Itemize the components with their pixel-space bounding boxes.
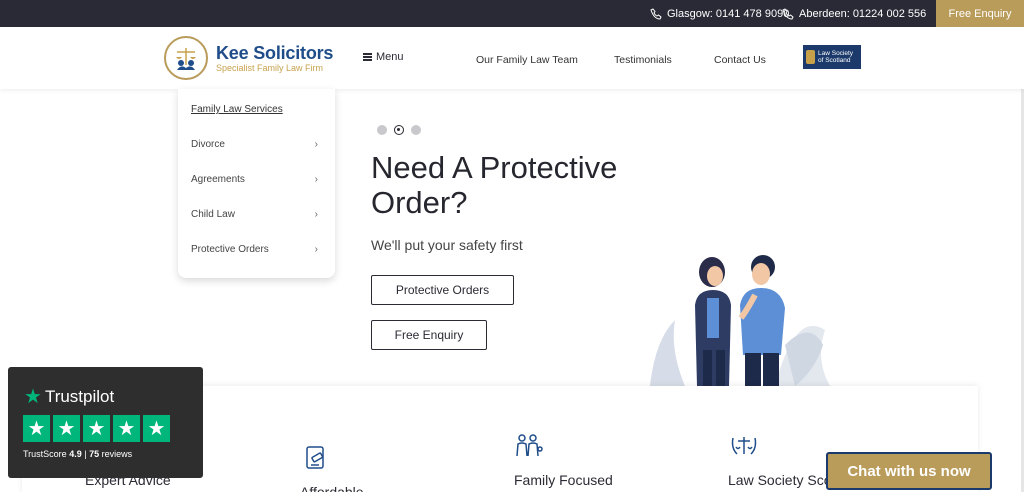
dropdown-item-label: Agreements bbox=[191, 174, 245, 185]
glasgow-phone[interactable]: Glasgow: 0141 478 9090 bbox=[650, 0, 789, 27]
trustpilot-brand-label: Trustpilot bbox=[44, 387, 115, 406]
slider-dot-1[interactable] bbox=[377, 125, 387, 135]
badge-line-2: of Scotland bbox=[818, 57, 851, 64]
document-gavel-icon bbox=[306, 446, 324, 469]
hero-title-line-1: Need A Protective bbox=[371, 150, 618, 185]
trustpilot-score: TrustScore 4.9 | 75 reviews bbox=[23, 449, 132, 459]
scales-logo-icon bbox=[164, 36, 208, 80]
feature-affordable: Affordable bbox=[300, 484, 364, 492]
hero-free-enquiry-button[interactable]: Free Enquiry bbox=[371, 320, 487, 350]
chat-button[interactable]: Chat with us now bbox=[826, 452, 992, 490]
star-icon: ★ bbox=[23, 415, 50, 442]
phone-icon bbox=[650, 7, 662, 20]
glasgow-phone-label: Glasgow: 0141 478 9090 bbox=[667, 7, 790, 20]
services-dropdown: Family Law Services Divorce › Agreements… bbox=[178, 89, 335, 278]
scales-laurel-icon bbox=[731, 437, 757, 455]
phone-icon bbox=[782, 7, 794, 20]
chevron-right-icon: › bbox=[314, 209, 318, 220]
dropdown-item-child-law[interactable]: Child Law › bbox=[191, 209, 318, 220]
trustpilot-rating-stars: ★ ★ ★ ★ ★ bbox=[23, 415, 170, 442]
menu-label: Menu bbox=[376, 51, 404, 63]
nav-family-law-team[interactable]: Our Family Law Team bbox=[476, 54, 578, 66]
site-header: Kee Solicitors Specialist Family Law Fir… bbox=[0, 27, 1024, 89]
top-bar: Glasgow: 0141 478 9090 Aberdeen: 01224 0… bbox=[0, 0, 1024, 27]
slider-dots bbox=[377, 125, 421, 135]
hero-subtitle: We'll put your safety first bbox=[371, 237, 523, 253]
dropdown-title-link[interactable]: Family Law Services bbox=[191, 104, 283, 115]
chevron-right-icon: › bbox=[314, 244, 318, 255]
hero-title: Need A Protective Order? bbox=[371, 150, 671, 220]
star-icon: ★ bbox=[143, 415, 170, 442]
family-icon bbox=[516, 434, 543, 457]
dropdown-item-protective-orders[interactable]: Protective Orders › bbox=[191, 244, 318, 255]
aberdeen-phone-label: Aberdeen: 01224 002 556 bbox=[799, 7, 927, 20]
trustscore-value: 4.9 bbox=[69, 449, 82, 459]
chevron-right-icon: › bbox=[314, 139, 318, 150]
couple-illustration bbox=[650, 255, 830, 386]
trustscore-label: TrustScore bbox=[23, 449, 67, 459]
trustpilot-widget[interactable]: ★ Trustpilot ★ ★ ★ ★ ★ TrustScore 4.9 | … bbox=[8, 367, 203, 478]
badge-line-1: Law Society bbox=[818, 50, 854, 57]
law-society-badge[interactable]: Law Society of Scotland bbox=[803, 45, 861, 69]
dropdown-item-agreements[interactable]: Agreements › bbox=[191, 174, 318, 185]
hero-title-line-2: Order? bbox=[371, 185, 468, 220]
trustpilot-star-icon: ★ bbox=[24, 386, 42, 408]
dropdown-item-label: Protective Orders bbox=[191, 244, 269, 255]
dropdown-item-label: Child Law bbox=[191, 209, 235, 220]
review-count: 75 bbox=[89, 449, 100, 459]
slider-dot-3[interactable] bbox=[411, 125, 421, 135]
dropdown-item-label: Divorce bbox=[191, 139, 225, 150]
logo-tagline: Specialist Family Law Firm bbox=[216, 62, 324, 73]
review-count-label: reviews bbox=[101, 449, 133, 459]
slider-dot-2-active[interactable] bbox=[394, 125, 404, 135]
star-icon: ★ bbox=[83, 415, 110, 442]
trustpilot-brand: ★ Trustpilot bbox=[24, 387, 114, 407]
star-icon: ★ bbox=[53, 415, 80, 442]
logo[interactable]: Kee Solicitors Specialist Family Law Fir… bbox=[164, 36, 333, 80]
crest-icon bbox=[806, 50, 815, 64]
protective-orders-button[interactable]: Protective Orders bbox=[371, 275, 514, 305]
feature-law-society: Law Society Sco bbox=[728, 472, 832, 488]
star-icon: ★ bbox=[113, 415, 140, 442]
logo-name: Kee Solicitors bbox=[216, 42, 334, 63]
hamburger-icon bbox=[363, 53, 372, 61]
aberdeen-phone[interactable]: Aberdeen: 01224 002 556 bbox=[782, 0, 926, 27]
feature-family-focused: Family Focused bbox=[514, 472, 613, 488]
nav-testimonials[interactable]: Testimonials bbox=[614, 54, 672, 66]
menu-button[interactable]: Menu bbox=[363, 51, 404, 63]
top-free-enquiry-button[interactable]: Free Enquiry bbox=[936, 0, 1024, 27]
dropdown-item-divorce[interactable]: Divorce › bbox=[191, 139, 318, 150]
chevron-right-icon: › bbox=[314, 174, 318, 185]
nav-contact-us[interactable]: Contact Us bbox=[714, 54, 766, 66]
trustscore-separator: | bbox=[84, 449, 87, 459]
